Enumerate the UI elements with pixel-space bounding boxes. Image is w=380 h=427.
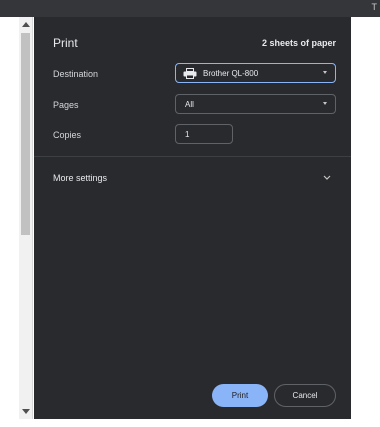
title-bar-text: T <box>371 2 378 12</box>
scroll-thumb[interactable] <box>21 33 30 235</box>
destination-value: Brother QL-800 <box>203 69 259 78</box>
left-margin <box>0 17 18 420</box>
sheet-count: 2 sheets of paper <box>261 38 336 48</box>
bottom-margin <box>0 419 380 427</box>
destination-select[interactable]: Brother QL-800 <box>175 63 336 83</box>
divider <box>34 156 351 157</box>
copies-input[interactable]: 1 <box>175 124 233 144</box>
chevron-down-icon <box>323 102 327 105</box>
right-margin <box>351 17 380 419</box>
chevron-down-icon <box>323 175 331 180</box>
pages-value: All <box>185 100 194 109</box>
scroll-down-icon[interactable] <box>22 409 30 414</box>
copies-label: Copies <box>53 130 82 140</box>
print-title: Print <box>53 36 78 50</box>
scrollbar[interactable] <box>19 17 33 419</box>
scroll-up-icon[interactable] <box>22 22 30 27</box>
pages-select[interactable]: All <box>175 94 336 114</box>
more-settings-toggle[interactable]: More settings <box>34 167 351 189</box>
window-title-bar: T <box>0 0 380 17</box>
pages-label: Pages <box>53 100 79 110</box>
more-settings-label: More settings <box>53 173 108 183</box>
print-settings-panel: Print 2 sheets of paper Destination Brot… <box>34 17 351 419</box>
print-button[interactable]: Print <box>212 384 268 407</box>
destination-label: Destination <box>53 69 99 79</box>
copies-value: 1 <box>185 130 190 139</box>
chevron-down-icon <box>323 71 327 74</box>
cancel-button[interactable]: Cancel <box>274 384 336 407</box>
printer-icon <box>183 68 197 79</box>
